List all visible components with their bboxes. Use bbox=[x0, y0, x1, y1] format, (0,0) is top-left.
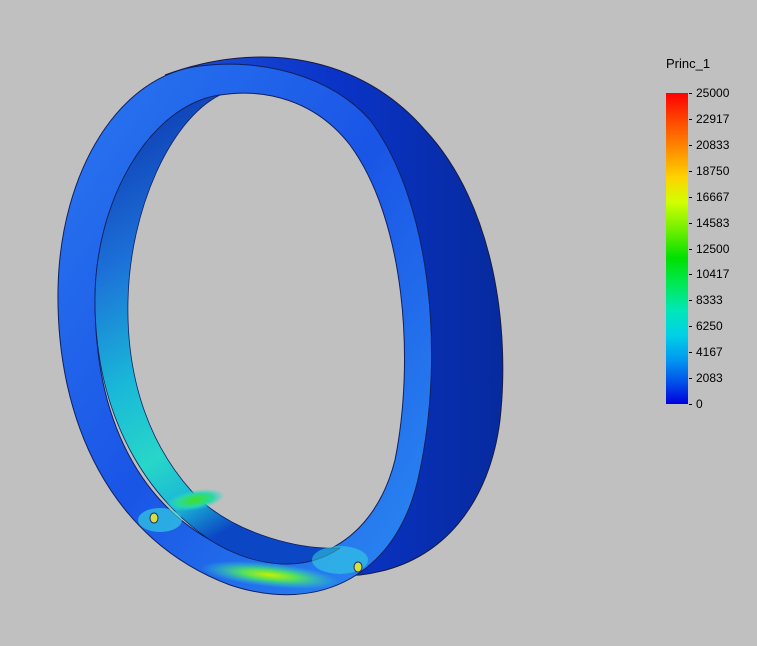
legend-tick bbox=[689, 248, 692, 250]
legend-tick bbox=[689, 404, 692, 405]
legend-value: 16667 bbox=[696, 189, 730, 204]
legend-value: 12500 bbox=[696, 241, 730, 256]
legend-value: 0 bbox=[696, 397, 703, 411]
legend-value: 4167 bbox=[696, 345, 723, 360]
legend-tick bbox=[689, 274, 692, 276]
legend-tick bbox=[689, 378, 692, 380]
legend-value: 8333 bbox=[696, 293, 723, 308]
legend-value: 6250 bbox=[696, 319, 723, 334]
legend-tick bbox=[689, 300, 692, 302]
legend-tick bbox=[689, 196, 692, 198]
legend-value: 20833 bbox=[696, 137, 730, 152]
legend-value: 18750 bbox=[696, 163, 730, 178]
stress-legend: Princ_1 25000 22917 20833 18750 16667 14583 12… bbox=[640, 52, 750, 412]
pin-hole-left bbox=[149, 512, 159, 524]
legend-value: 2083 bbox=[696, 371, 723, 386]
legend-tick bbox=[689, 144, 692, 146]
legend-color-bar bbox=[666, 93, 688, 404]
legend-tick bbox=[689, 170, 692, 172]
legend-tick bbox=[689, 118, 692, 120]
legend-tick bbox=[689, 222, 692, 224]
legend-value: 14583 bbox=[696, 215, 730, 230]
legend-value: 22917 bbox=[696, 111, 730, 126]
pin-hole-right bbox=[353, 561, 363, 573]
legend-title: Princ_1 bbox=[666, 56, 711, 71]
legend-tick bbox=[689, 93, 692, 94]
legend-tick bbox=[689, 326, 692, 328]
legend-value: 10417 bbox=[696, 267, 730, 282]
legend-value: 25000 bbox=[696, 86, 730, 100]
legend-tick bbox=[689, 352, 692, 354]
